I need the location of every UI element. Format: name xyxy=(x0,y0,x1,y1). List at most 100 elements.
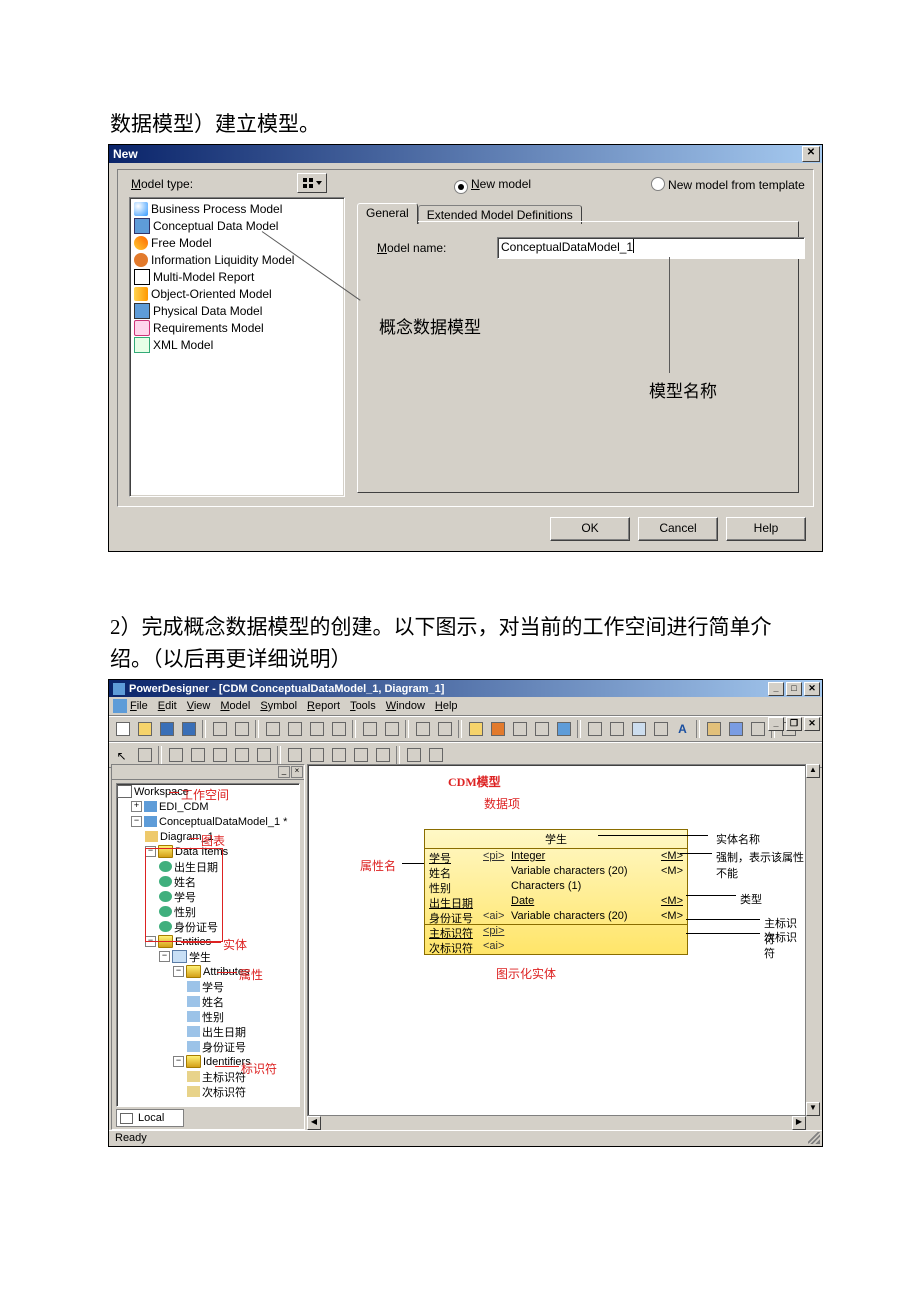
browser-tab-local[interactable]: Local xyxy=(116,1109,184,1127)
horizontal-scrollbar[interactable]: ◀ ▶ xyxy=(307,1115,806,1130)
palette-4[interactable] xyxy=(231,745,252,765)
vertical-scrollbar[interactable]: ▲ ▼ xyxy=(805,764,820,1116)
resize-grip-icon[interactable] xyxy=(808,1132,820,1144)
tool-inh[interactable] xyxy=(650,719,671,739)
tool-x3[interactable] xyxy=(747,719,768,739)
tool-saveall[interactable] xyxy=(178,719,199,739)
xml-icon xyxy=(134,337,150,353)
list-item[interactable]: Information Liquidity Model xyxy=(132,251,342,268)
tab-panel xyxy=(357,221,799,493)
tool-link[interactable] xyxy=(628,719,649,739)
tool-print[interactable] xyxy=(209,719,230,739)
tool-text[interactable]: A xyxy=(672,719,693,739)
model-icon xyxy=(144,801,157,812)
list-item[interactable]: Free Model xyxy=(132,234,342,251)
scroll-right-icon[interactable]: ▶ xyxy=(792,1116,806,1130)
scroll-left-icon[interactable]: ◀ xyxy=(307,1116,321,1130)
list-item[interactable]: XML Model xyxy=(132,336,342,353)
attr-icon xyxy=(187,1041,200,1052)
menu-report[interactable]: Report xyxy=(307,700,340,712)
app-window: PowerDesigner - [CDM ConceptualDataModel… xyxy=(108,679,823,1147)
menu-window[interactable]: Window xyxy=(386,700,425,712)
tab-general[interactable]: General xyxy=(357,203,418,224)
tool-x1[interactable] xyxy=(703,719,724,739)
palette-5[interactable] xyxy=(253,745,274,765)
close-icon[interactable]: ✕ xyxy=(804,682,820,696)
tool-cut[interactable] xyxy=(262,719,283,739)
cancel-button[interactable]: Cancel xyxy=(638,517,718,541)
tool-redo[interactable] xyxy=(381,719,402,739)
palette-1[interactable] xyxy=(165,745,186,765)
menu-file[interactable]: File xyxy=(130,700,148,712)
list-item[interactable]: Multi-Model Report xyxy=(132,268,342,285)
ok-button[interactable]: OK xyxy=(550,517,630,541)
menu-edit[interactable]: Edit xyxy=(158,700,177,712)
scroll-down-icon[interactable]: ▼ xyxy=(806,1102,820,1116)
model-name-input[interactable]: ConceptualDataModel_1 xyxy=(497,237,805,259)
menu-help[interactable]: Help xyxy=(435,700,458,712)
pane-min-icon[interactable]: _ xyxy=(278,766,290,778)
menu-view[interactable]: View xyxy=(187,700,211,712)
model-type-list[interactable]: Business Process Model Conceptual Data M… xyxy=(129,197,345,497)
palette-7[interactable] xyxy=(306,745,327,765)
palette-11[interactable] xyxy=(403,745,424,765)
tool-open[interactable] xyxy=(134,719,155,739)
rm-icon xyxy=(134,320,150,336)
palette-12[interactable] xyxy=(425,745,446,765)
palette-3[interactable] xyxy=(209,745,230,765)
tool-preview[interactable] xyxy=(231,719,252,739)
entity-symbol[interactable]: 学生 学号<pi>Integer<M> 姓名Variable character… xyxy=(424,829,688,955)
list-item[interactable]: Conceptual Data Model xyxy=(132,217,342,234)
model-icon xyxy=(144,816,157,827)
tool-rect[interactable] xyxy=(584,719,605,739)
minimize-icon[interactable]: _ xyxy=(768,682,784,696)
palette-10[interactable] xyxy=(372,745,393,765)
menu-tools[interactable]: Tools xyxy=(350,700,376,712)
palette-6[interactable] xyxy=(284,745,305,765)
ann-dataitem: 数据项 xyxy=(484,795,520,812)
tool-props[interactable] xyxy=(434,719,455,739)
grid-icon xyxy=(303,178,313,188)
tool-save[interactable] xyxy=(156,719,177,739)
palette-lasso[interactable] xyxy=(134,745,155,765)
palette-9[interactable] xyxy=(350,745,371,765)
tool-d[interactable] xyxy=(531,719,552,739)
mdi-close-icon[interactable]: ✕ xyxy=(804,717,820,731)
list-item[interactable]: Physical Data Model xyxy=(132,302,342,319)
palette-8[interactable] xyxy=(328,745,349,765)
tool-undo[interactable] xyxy=(359,719,380,739)
menu-symbol[interactable]: Symbol xyxy=(260,700,297,712)
radio-new-model[interactable]: New model xyxy=(454,177,531,194)
key-icon xyxy=(187,1071,200,1082)
palette-2[interactable] xyxy=(187,745,208,765)
list-item[interactable]: Requirements Model xyxy=(132,319,342,336)
tool-rect2[interactable] xyxy=(606,719,627,739)
tool-x2[interactable] xyxy=(725,719,746,739)
palette-pointer[interactable]: ↖ xyxy=(112,745,133,765)
list-item[interactable]: Object-Oriented Model xyxy=(132,285,342,302)
maximize-icon[interactable]: □ xyxy=(786,682,802,696)
diagram-canvas[interactable]: 学生 学号<pi>Integer<M> 姓名Variable character… xyxy=(307,764,806,1116)
tool-a[interactable] xyxy=(465,719,486,739)
list-item[interactable]: Business Process Model xyxy=(132,200,342,217)
pane-close-icon[interactable]: × xyxy=(291,766,303,778)
mdi-buttons: _ ❐ ✕ xyxy=(768,717,820,731)
menu-model[interactable]: Model xyxy=(220,700,250,712)
tool-c[interactable] xyxy=(509,719,530,739)
mdi-minimize-icon[interactable]: _ xyxy=(768,717,784,731)
view-mode-button[interactable] xyxy=(297,173,327,193)
tool-delete[interactable] xyxy=(328,719,349,739)
tool-b[interactable] xyxy=(487,719,508,739)
radio-new-from-template[interactable]: New model from template xyxy=(651,177,805,194)
mdi-restore-icon[interactable]: ❐ xyxy=(786,717,802,731)
intro-text: 数据模型）建立模型。 xyxy=(110,108,920,138)
tool-copy[interactable] xyxy=(284,719,305,739)
help-button[interactable]: Help xyxy=(726,517,806,541)
tool-find[interactable] xyxy=(412,719,433,739)
tool-new[interactable] xyxy=(112,719,133,739)
close-icon[interactable]: ✕ xyxy=(802,146,820,162)
scroll-up-icon[interactable]: ▲ xyxy=(806,764,820,778)
tool-e[interactable] xyxy=(553,719,574,739)
ann-mandatory: 强制，表示该属性不能 xyxy=(716,849,805,881)
tool-paste[interactable] xyxy=(306,719,327,739)
